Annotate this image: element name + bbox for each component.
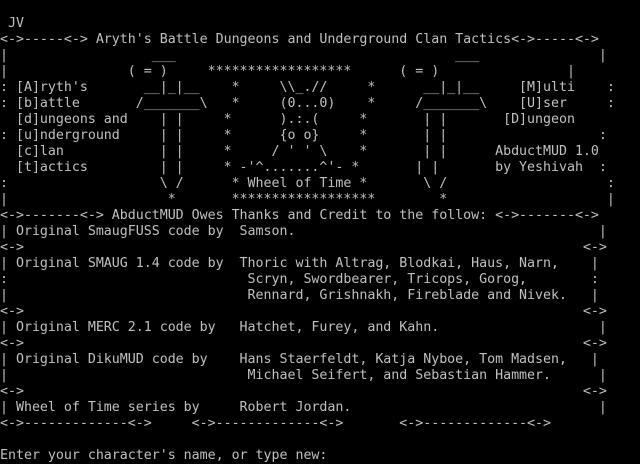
terminal-line: | Original SmaugFUSS code by Samson. | <box>0 224 607 239</box>
terminal-line: | ___ ___ | <box>0 48 607 63</box>
terminal-line: <-> <-> <box>0 240 607 255</box>
terminal-line: <->-------<-> AbductMUD Owes Thanks and … <box>0 208 599 223</box>
login-prompt: Enter your character's name, or type new… <box>0 448 328 463</box>
terminal-line: : Scryn, Swordbearer, Tricops, Gorog, : <box>0 272 599 287</box>
terminal-line: | Original MERC 2.1 code by Hatchet, Fur… <box>0 320 607 335</box>
terminal-line: [d]ungeons and | | * ).:.( * | | [D]unge… <box>0 112 599 127</box>
terminal-line: | Rennard, Grishnakh, Fireblade and Nive… <box>0 288 599 303</box>
terminal-line: : [u]nderground | | * {o o} * | | : <box>0 128 607 143</box>
input-cursor[interactable] <box>328 448 336 463</box>
terminal-line: <-> <-> <box>0 384 607 399</box>
terminal-screen[interactable]: JV <->-----<-> Aryth's Battle Dungeons a… <box>0 0 640 464</box>
terminal-line: [c]lan | | * / ' ' \ * | | AbductMUD 1.0 <box>0 144 599 159</box>
terminal-line: JV <box>0 16 24 31</box>
terminal-line: : \ / * Wheel of Time * \ / : <box>0 176 615 191</box>
terminal-line: [t]actics | | * -'^.......^'- * | | by Y… <box>0 160 607 175</box>
terminal-line: <-> <-> <box>0 336 607 351</box>
terminal-line: : [A]ryth's __|_|__ * \\_.// * __|_|__ [… <box>0 80 615 95</box>
terminal-line: <->-----<-> Aryth's Battle Dungeons and … <box>0 32 599 47</box>
terminal-line: <->-------------<-> <->-------------<-> … <box>0 416 551 431</box>
terminal-line: | ( = ) ****************** ( = ) | <box>0 64 575 79</box>
terminal-line: <-> <-> <box>0 304 607 319</box>
terminal-line: : [b]attle /_______\ * (0...0) * /______… <box>0 96 615 111</box>
terminal-line: | Michael Seifert, and Sebastian Hammer.… <box>0 368 607 383</box>
terminal-line: | Original DikuMUD code by Hans Staerfel… <box>0 352 599 367</box>
terminal-line: | Wheel of Time series by Robert Jordan.… <box>0 400 607 415</box>
terminal-line: | * ****************** * | <box>0 192 615 207</box>
terminal-line: | Original SMAUG 1.4 code by Thoric with… <box>0 256 599 271</box>
